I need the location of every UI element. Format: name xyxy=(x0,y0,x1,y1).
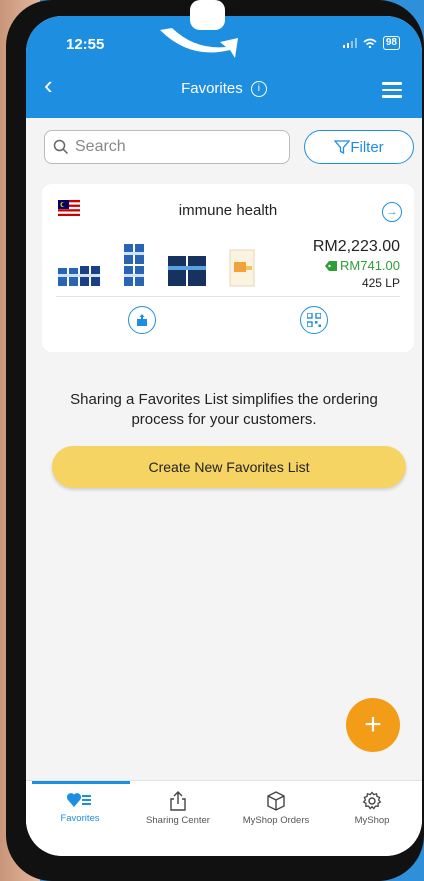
search-placeholder: Search xyxy=(75,138,126,155)
tag-icon xyxy=(325,260,338,271)
share-list-button[interactable] xyxy=(128,306,156,334)
qr-code-button[interactable] xyxy=(300,306,328,334)
tab-favorites[interactable]: Favorites xyxy=(32,791,128,824)
tab-sharing-center[interactable]: Sharing Center xyxy=(130,791,226,826)
product-image xyxy=(124,244,144,286)
share-icon xyxy=(170,791,186,811)
share-icon xyxy=(137,314,147,326)
list-discount-value: RM741.00 xyxy=(340,258,400,273)
status-time: 12:55 xyxy=(66,36,105,53)
list-discount: RM741.00 xyxy=(325,258,400,273)
search-icon xyxy=(53,139,69,155)
wifi-icon xyxy=(363,38,377,48)
bottom-tab-bar: Favorites Sharing Center MyShop Orders M… xyxy=(26,780,422,856)
heart-list-icon xyxy=(67,793,91,807)
page-title: Favorites i xyxy=(26,80,422,98)
filter-label: Filter xyxy=(350,138,384,156)
product-image xyxy=(58,266,100,286)
tab-myshop-label: MyShop xyxy=(354,815,390,826)
list-points: 425 LP xyxy=(361,276,400,290)
signal-icon xyxy=(342,38,357,48)
add-fab-button[interactable]: + xyxy=(346,698,400,752)
status-icons: 98 xyxy=(342,36,400,50)
app-screen: 12:55 98 ‹ Favorites i Search Filter imm… xyxy=(26,16,422,856)
tab-myshop-orders-label: MyShop Orders xyxy=(242,815,310,826)
phone-frame: 12:55 98 ‹ Favorites i Search Filter imm… xyxy=(6,0,424,881)
active-tab-indicator xyxy=(32,781,130,784)
favorites-list-name: immune health xyxy=(178,202,278,219)
arrow-right-icon[interactable]: → xyxy=(382,202,402,222)
list-price: RM2,223.00 xyxy=(312,238,400,255)
info-icon[interactable]: i xyxy=(250,81,267,98)
tab-favorites-label: Favorites xyxy=(60,813,100,824)
pointing-arrow-icon xyxy=(160,0,238,58)
gear-icon xyxy=(362,791,382,810)
filter-button[interactable]: Filter xyxy=(304,130,414,164)
hamburger-menu-icon[interactable] xyxy=(382,82,402,102)
product-image xyxy=(168,256,206,286)
favorites-list-card[interactable]: immune health → RM2,223.00 RM741.00 425 … xyxy=(42,184,414,352)
product-thumbnails xyxy=(58,244,258,288)
card-divider xyxy=(56,296,400,297)
info-message: Sharing a Favorites List simplifies the … xyxy=(70,391,378,428)
filter-icon xyxy=(334,140,351,155)
search-input[interactable]: Search xyxy=(44,130,290,164)
tab-myshop-orders[interactable]: MyShop Orders xyxy=(228,791,324,826)
battery-icon: 98 xyxy=(382,36,400,50)
product-image xyxy=(229,249,255,287)
tab-sharing-center-label: Sharing Center xyxy=(146,815,210,826)
create-favorites-list-button[interactable]: Create New Favorites List xyxy=(52,446,406,488)
box-icon xyxy=(267,791,285,811)
tab-myshop[interactable]: MyShop xyxy=(324,791,420,826)
page-title-text: Favorites xyxy=(181,80,243,97)
qr-code-icon xyxy=(307,313,321,327)
